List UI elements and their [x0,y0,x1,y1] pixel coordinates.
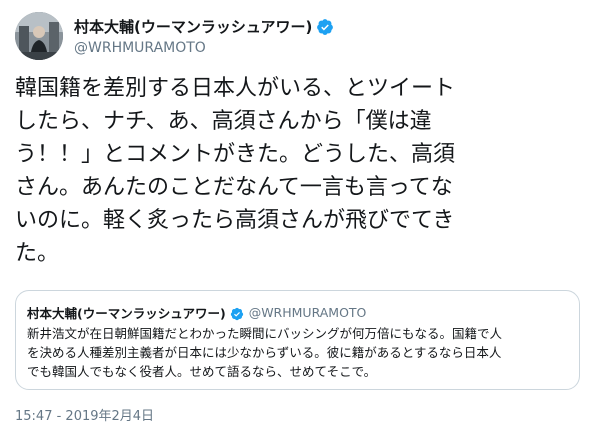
tweet-text: 韓国籍を差別する日本人がいる、とツイート したら、ナチ、あ、高須さんから「僕は違… [15,76,456,266]
quoted-tweet-card[interactable]: 村本大輔(ウーマンラッシュアワー) @WRHMURAMOTO 新井浩文が在日朝鮮… [15,290,580,390]
author-handle[interactable]: @WRHMURAMOTO [74,40,206,56]
avatar-photo [15,12,63,60]
quoted-tweet-text: 新井浩文が在日朝鮮国籍だとわかった瞬間にバッシングが何万倍にもなる。国籍で人 を… [27,326,503,379]
author-display-name[interactable]: 村本大輔(ウーマンラッシュアワー) [74,16,312,37]
avatar[interactable] [15,12,63,60]
quoted-verified-badge-icon [230,306,244,320]
quoted-author-handle: @WRHMURAMOTO [248,305,367,320]
quoted-author-display-name: 村本大輔(ウーマンラッシュアワー) [27,306,226,321]
author-name-row[interactable]: 村本大輔(ウーマンラッシュアワー) [74,16,334,37]
tweet-timestamp[interactable]: 15:47 - 2019年2月4日 [15,405,154,424]
verified-badge-icon [316,18,334,36]
quoted-tweet-header: 村本大輔(ウーマンラッシュアワー) @WRHMURAMOTO [27,303,366,322]
